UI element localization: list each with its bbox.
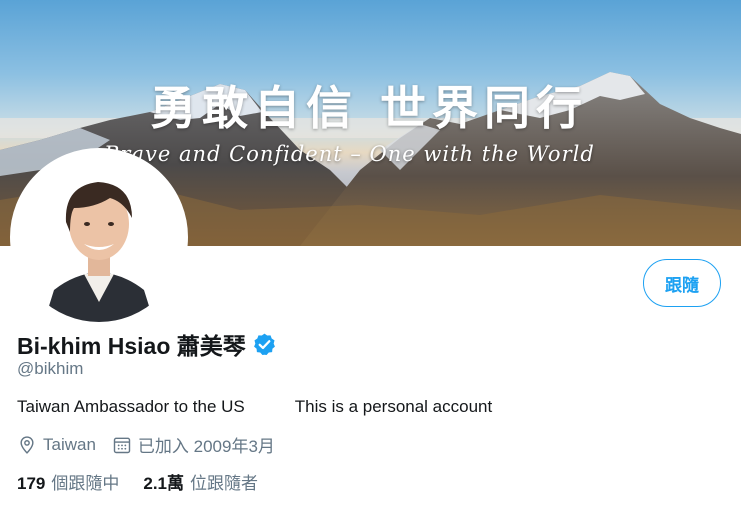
following-count: 179 <box>17 474 46 493</box>
verified-badge-icon <box>253 333 275 355</box>
joined-text: 已加入 2009年3月 <box>137 437 275 456</box>
banner-subtitle: Brave and Confident – One with the World <box>104 142 595 166</box>
display-name: Bi-khim Hsiao 蕭美琴 <box>17 333 246 359</box>
location-pin-icon <box>20 435 34 454</box>
profile-name-row: Bi-khim Hsiao 蕭美琴 <box>17 327 277 361</box>
profile-handle: @bikhim <box>17 359 84 378</box>
profile-bio: Taiwan Ambassador to the US This is a pe… <box>17 397 492 417</box>
bio-text-2: This is a personal account <box>294 397 493 416</box>
joined-item: 已加入 2009年3月 <box>112 432 275 457</box>
following-label: 個跟隨中 <box>51 474 120 493</box>
followers-stat-link[interactable]: 2.1萬 位跟隨者 <box>143 469 258 494</box>
avatar[interactable] <box>10 148 188 326</box>
followers-label: 位跟隨者 <box>190 474 259 493</box>
profile-meta-row: Taiwan 已加入 2009年3月 <box>17 432 275 457</box>
profile-stats-row: 179 個跟隨中 2.1萬 位跟隨者 <box>17 469 258 494</box>
bio-text-1: Taiwan Ambassador to the US <box>17 397 245 416</box>
location-item: Taiwan <box>17 435 96 455</box>
location-text: Taiwan <box>43 434 96 454</box>
banner-title: 勇敢自信 世界同行 <box>150 81 589 135</box>
followers-count: 2.1萬 <box>143 474 185 493</box>
avatar-portrait-image <box>14 152 184 322</box>
calendar-icon <box>113 437 131 453</box>
follow-button[interactable]: 跟隨 <box>643 259 721 307</box>
following-stat-link[interactable]: 179 個跟隨中 <box>17 469 119 494</box>
